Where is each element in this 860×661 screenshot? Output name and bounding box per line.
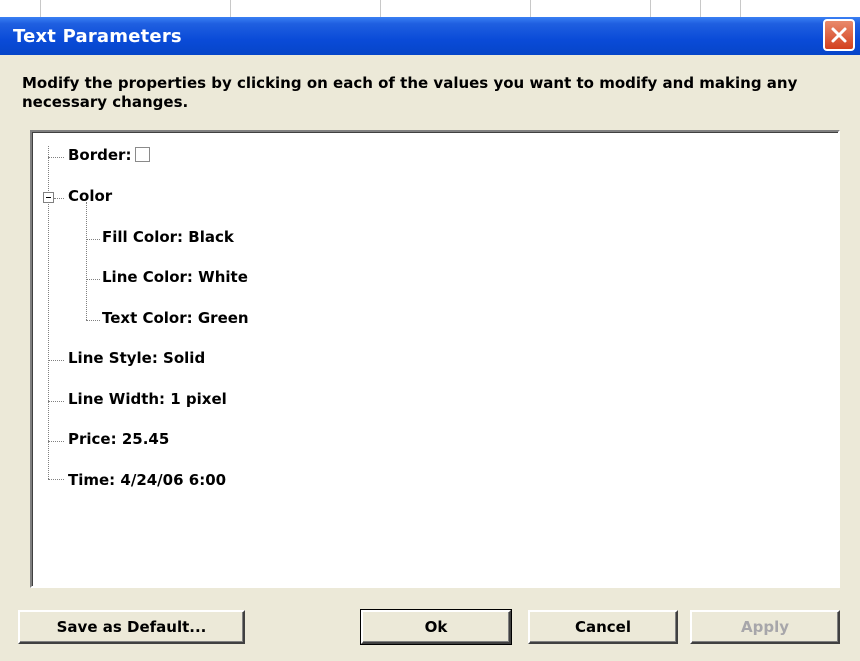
- text-parameters-dialog: Text Parameters Modify the properties by…: [0, 0, 860, 661]
- tree-item-text-color[interactable]: Text Color: Green: [102, 309, 249, 327]
- tree-item-color[interactable]: Color: [68, 187, 112, 205]
- instructions-text: Modify the properties by clicking on eac…: [22, 74, 798, 111]
- tree-item-time[interactable]: Time: 4/24/06 6:00: [68, 471, 226, 489]
- background-window-strip: [0, 0, 860, 17]
- save-as-default-button[interactable]: Save as Default...: [18, 610, 245, 644]
- collapse-icon[interactable]: [43, 192, 54, 203]
- window-title: Text Parameters: [13, 26, 182, 47]
- tree-item-line-width[interactable]: Line Width: 1 pixel: [68, 390, 227, 408]
- border-checkbox[interactable]: [135, 147, 151, 162]
- tree-item-fill-color[interactable]: Fill Color: Black: [102, 228, 234, 246]
- tree-connector: [86, 202, 87, 320]
- close-button[interactable]: [823, 19, 855, 51]
- close-icon: [831, 27, 847, 43]
- properties-tree[interactable]: Border: Color Fill Color: Black Line Col…: [30, 130, 840, 588]
- cancel-button[interactable]: Cancel: [528, 610, 678, 644]
- tree-item-line-color[interactable]: Line Color: White: [102, 268, 248, 286]
- border-label: Border:: [68, 146, 132, 164]
- tree-item-price[interactable]: Price: 25.45: [68, 430, 169, 448]
- tree-item-line-style[interactable]: Line Style: Solid: [68, 349, 205, 367]
- ok-button[interactable]: Ok: [360, 609, 512, 645]
- apply-button[interactable]: Apply: [690, 610, 840, 644]
- title-bar[interactable]: Text Parameters: [0, 17, 860, 55]
- tree-item-border[interactable]: Border:: [68, 146, 151, 164]
